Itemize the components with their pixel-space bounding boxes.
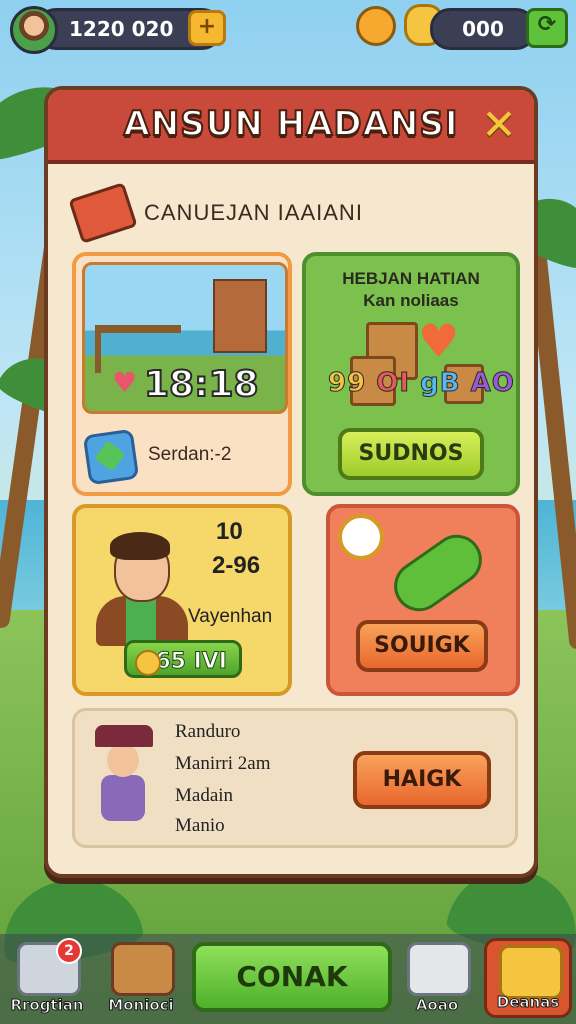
- character-name: Vayenhan: [188, 606, 273, 627]
- timer-card[interactable]: ♥ 18:18 Serdan:-2: [72, 252, 292, 496]
- info-line-3: Madain: [175, 785, 234, 806]
- add-coins-button[interactable]: +: [188, 10, 226, 46]
- panel-header: ANSUN HADANSI ✕: [48, 90, 534, 164]
- info-card: Randuro Manirri 2am Madain Manio HAIGK: [72, 708, 518, 848]
- refresh-button[interactable]: ⟳: [526, 8, 568, 48]
- heart-icon: ♥: [112, 366, 138, 399]
- notification-badge: 2: [56, 938, 82, 964]
- colorful-text-part: OI: [376, 368, 411, 399]
- section-label: CANUEJAN IAAIANI: [144, 200, 363, 225]
- timer-value: 18:18: [143, 363, 260, 406]
- shop-button[interactable]: SUDNOS: [338, 428, 484, 480]
- item-card[interactable]: SOUIGK: [326, 504, 520, 696]
- info-line-1: Randuro: [175, 721, 241, 742]
- nav-label: Aoao: [415, 996, 459, 1015]
- shop-card-title-line2: Kan noliaas: [363, 291, 459, 310]
- star-icon[interactable]: [356, 6, 396, 46]
- crate-nav-icon: [111, 942, 175, 996]
- player-avatar[interactable]: [10, 6, 58, 54]
- item-button[interactable]: SOUIGK: [356, 620, 488, 672]
- coin-amount: 1220 020: [69, 17, 174, 41]
- ticket-icon: [68, 182, 138, 244]
- info-line-4: Manio: [175, 815, 225, 836]
- character-shirt: [126, 598, 156, 646]
- coin-icon: [135, 650, 161, 676]
- shop-card-title: HEBJAN HATIAN Kan noliaas: [306, 268, 516, 312]
- farmer-head: [107, 743, 139, 777]
- main-action-button[interactable]: CONAK: [192, 942, 392, 1012]
- nav-item-monioci[interactable]: Monioci: [96, 938, 186, 1018]
- character-card[interactable]: 10 2-96 Vayenhan 365 IVI: [72, 504, 292, 696]
- cheese-nav-icon: [499, 945, 563, 999]
- character-hair: [110, 532, 170, 560]
- colorful-label: 99 OI gB AO: [327, 368, 515, 399]
- cards-nav-icon: [407, 942, 471, 996]
- farmer-character: [91, 725, 155, 835]
- heart-icon: ♥: [418, 314, 460, 368]
- gem-counter: 000: [430, 8, 536, 50]
- colorful-text-part: 99: [327, 368, 367, 399]
- pickle-item-icon: [384, 524, 492, 622]
- nav-item-deanas[interactable]: Deanas: [484, 938, 572, 1018]
- farmer-hat: [95, 725, 153, 747]
- timer-card-label: Serdan:-2: [148, 444, 232, 465]
- info-button[interactable]: HAIGK: [353, 751, 491, 809]
- nav-label: Deanas: [496, 993, 560, 1012]
- character-portrait: [86, 522, 196, 646]
- info-line-2: Manirri 2am: [175, 753, 271, 774]
- farmer-body: [101, 775, 145, 821]
- main-panel: ANSUN HADANSI ✕ CANUEJAN IAAIANI ♥ 18:18…: [44, 86, 538, 878]
- character-coin-button[interactable]: 365 IVI: [124, 640, 242, 678]
- house-image: [213, 279, 267, 353]
- shop-card[interactable]: HEBJAN HATIAN Kan noliaas ♥ 99 OI gB AO …: [302, 252, 520, 496]
- nav-label: Monioci: [108, 996, 174, 1015]
- colorful-text-part: AO: [470, 368, 515, 399]
- nav-label: Rrogtian: [10, 996, 84, 1015]
- stopwatch-icon: [338, 514, 384, 560]
- colorful-text-part: gB: [420, 368, 461, 399]
- close-button[interactable]: ✕: [476, 102, 522, 148]
- gem-amount: 000: [462, 17, 504, 41]
- nav-item-rrogtian[interactable]: 2 Rrogtian: [2, 938, 92, 1018]
- gem-badge-icon: [82, 428, 140, 486]
- shop-card-title-line1: HEBJAN HATIAN: [342, 269, 480, 288]
- nav-item-aoao[interactable]: Aoao: [392, 938, 482, 1018]
- character-stat-1: 10: [216, 518, 243, 545]
- panel-title: ANSUN HADANSI: [122, 103, 459, 145]
- character-stat-2: 2-96: [212, 552, 261, 579]
